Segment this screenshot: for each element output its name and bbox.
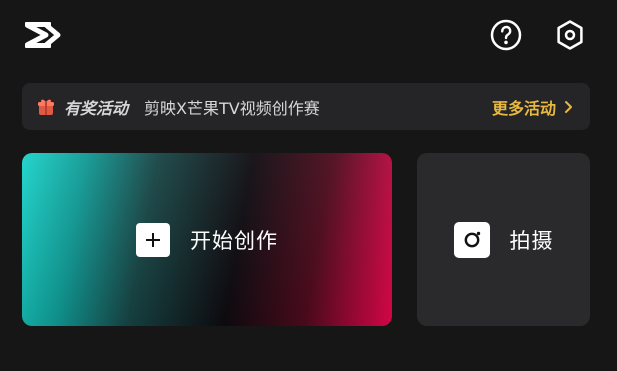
- shoot-card[interactable]: 拍摄: [417, 153, 590, 326]
- plus-icon: [136, 222, 170, 257]
- shoot-label: 拍摄: [509, 228, 554, 253]
- shoot-content: 拍摄: [453, 221, 554, 258]
- event-banner[interactable]: 有奖活动 剪映X芒果TV视频创作赛 更多活动: [22, 83, 590, 130]
- more-events-label: 更多活动: [491, 98, 556, 118]
- camera-icon: [453, 221, 490, 258]
- capcut-logo-icon: [22, 18, 64, 52]
- more-events-link[interactable]: 更多活动: [492, 95, 574, 119]
- banner-title: 剪映X芒果TV视频创作赛: [144, 98, 320, 118]
- start-creation-card[interactable]: 开始创作: [22, 153, 392, 326]
- chevron-right-icon: [565, 100, 572, 113]
- hexagon-settings-icon[interactable]: [553, 18, 587, 52]
- start-creation-content: 开始创作: [136, 222, 278, 257]
- banner-tag: 有奖活动: [64, 98, 129, 118]
- capcut-home-screen: 有奖活动 剪映X芒果TV视频创作赛 更多活动 开始创作 拍摄: [0, 0, 617, 371]
- start-creation-label: 开始创作: [190, 228, 278, 253]
- gift-icon: [38, 99, 54, 115]
- question-circle-icon[interactable]: [489, 18, 523, 52]
